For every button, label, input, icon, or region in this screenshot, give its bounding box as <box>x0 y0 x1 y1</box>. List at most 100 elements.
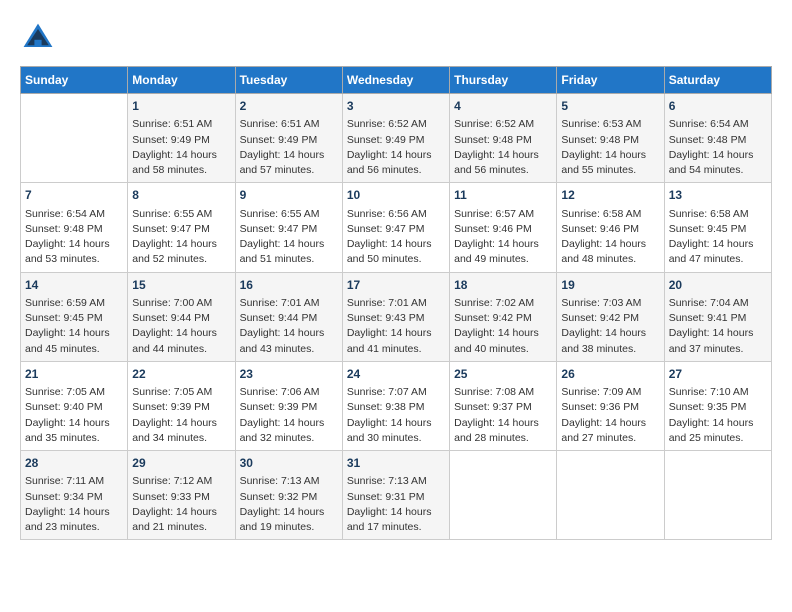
calendar-day-cell: 2 Sunrise: 6:51 AMSunset: 9:49 PMDaylight… <box>235 94 342 183</box>
calendar-day-cell: 30 Sunrise: 7:13 AMSunset: 9:32 PMDayligh… <box>235 451 342 540</box>
day-number: 25 <box>454 366 552 383</box>
day-number: 12 <box>561 187 659 204</box>
calendar-day-cell: 28Sunrise: 7:11 AMSunset: 9:34 PMDayligh… <box>21 451 128 540</box>
day-number: 13 <box>669 187 767 204</box>
day-number: 1 <box>132 98 230 115</box>
day-number: 19 <box>561 277 659 294</box>
calendar-day-cell: 13 Sunrise: 6:58 AMSunset: 9:45 PMDayligh… <box>664 183 771 272</box>
day-number: 3 <box>347 98 445 115</box>
day-info: Sunrise: 7:04 AMSunset: 9:41 PMDaylight:… <box>669 296 767 357</box>
day-info: Sunrise: 7:13 AMSunset: 9:32 PMDaylight:… <box>240 474 338 535</box>
day-info: Sunrise: 6:51 AMSunset: 9:49 PMDaylight:… <box>240 117 338 178</box>
calendar-day-cell: 5 Sunrise: 6:53 AMSunset: 9:48 PMDaylight… <box>557 94 664 183</box>
day-info: Sunrise: 6:53 AMSunset: 9:48 PMDaylight:… <box>561 117 659 178</box>
calendar-day-cell: 19 Sunrise: 7:03 AMSunset: 9:42 PMDayligh… <box>557 272 664 361</box>
day-number: 26 <box>561 366 659 383</box>
day-info: Sunrise: 6:51 AMSunset: 9:49 PMDaylight:… <box>132 117 230 178</box>
weekday-header: Friday <box>557 67 664 94</box>
day-info: Sunrise: 7:10 AMSunset: 9:35 PMDaylight:… <box>669 385 767 446</box>
day-number: 30 <box>240 455 338 472</box>
calendar-day-cell: 6 Sunrise: 6:54 AMSunset: 9:48 PMDaylight… <box>664 94 771 183</box>
day-number: 2 <box>240 98 338 115</box>
calendar-day-cell: 27 Sunrise: 7:10 AMSunset: 9:35 PMDayligh… <box>664 361 771 450</box>
weekday-header: Sunday <box>21 67 128 94</box>
logo <box>20 20 60 56</box>
calendar-day-cell: 24 Sunrise: 7:07 AMSunset: 9:38 PMDayligh… <box>342 361 449 450</box>
calendar-day-cell: 12 Sunrise: 6:58 AMSunset: 9:46 PMDayligh… <box>557 183 664 272</box>
day-info: Sunrise: 6:54 AMSunset: 9:48 PMDaylight:… <box>25 207 123 268</box>
day-info: Sunrise: 7:02 AMSunset: 9:42 PMDaylight:… <box>454 296 552 357</box>
calendar-day-cell: 18 Sunrise: 7:02 AMSunset: 9:42 PMDayligh… <box>450 272 557 361</box>
calendar-day-cell: 25 Sunrise: 7:08 AMSunset: 9:37 PMDayligh… <box>450 361 557 450</box>
calendar-day-cell: 16 Sunrise: 7:01 AMSunset: 9:44 PMDayligh… <box>235 272 342 361</box>
day-number: 20 <box>669 277 767 294</box>
day-number: 15 <box>132 277 230 294</box>
calendar-day-cell: 17 Sunrise: 7:01 AMSunset: 9:43 PMDayligh… <box>342 272 449 361</box>
calendar-day-cell <box>557 451 664 540</box>
weekday-header: Saturday <box>664 67 771 94</box>
day-number: 7 <box>25 187 123 204</box>
day-info: Sunrise: 6:54 AMSunset: 9:48 PMDaylight:… <box>669 117 767 178</box>
day-number: 23 <box>240 366 338 383</box>
day-info: Sunrise: 6:57 AMSunset: 9:46 PMDaylight:… <box>454 207 552 268</box>
day-info: Sunrise: 7:08 AMSunset: 9:37 PMDaylight:… <box>454 385 552 446</box>
calendar-day-cell <box>21 94 128 183</box>
day-number: 14 <box>25 277 123 294</box>
day-info: Sunrise: 7:07 AMSunset: 9:38 PMDaylight:… <box>347 385 445 446</box>
day-info: Sunrise: 7:01 AMSunset: 9:43 PMDaylight:… <box>347 296 445 357</box>
day-number: 21 <box>25 366 123 383</box>
weekday-header: Thursday <box>450 67 557 94</box>
calendar-header-row: SundayMondayTuesdayWednesdayThursdayFrid… <box>21 67 772 94</box>
day-info: Sunrise: 7:01 AMSunset: 9:44 PMDaylight:… <box>240 296 338 357</box>
day-number: 28 <box>25 455 123 472</box>
day-number: 18 <box>454 277 552 294</box>
day-number: 10 <box>347 187 445 204</box>
calendar-day-cell: 3 Sunrise: 6:52 AMSunset: 9:49 PMDaylight… <box>342 94 449 183</box>
calendar-day-cell: 20 Sunrise: 7:04 AMSunset: 9:41 PMDayligh… <box>664 272 771 361</box>
logo-icon <box>20 20 56 56</box>
day-info: Sunrise: 7:00 AMSunset: 9:44 PMDaylight:… <box>132 296 230 357</box>
weekday-header: Tuesday <box>235 67 342 94</box>
day-number: 8 <box>132 187 230 204</box>
day-info: Sunrise: 7:03 AMSunset: 9:42 PMDaylight:… <box>561 296 659 357</box>
day-number: 27 <box>669 366 767 383</box>
calendar-day-cell: 1 Sunrise: 6:51 AMSunset: 9:49 PMDaylight… <box>128 94 235 183</box>
day-info: Sunrise: 6:52 AMSunset: 9:49 PMDaylight:… <box>347 117 445 178</box>
day-info: Sunrise: 7:09 AMSunset: 9:36 PMDaylight:… <box>561 385 659 446</box>
calendar-week-row: 7 Sunrise: 6:54 AMSunset: 9:48 PMDaylight… <box>21 183 772 272</box>
calendar-day-cell: 4Sunrise: 6:52 AMSunset: 9:48 PMDaylight… <box>450 94 557 183</box>
calendar-week-row: 21 Sunrise: 7:05 AMSunset: 9:40 PMDayligh… <box>21 361 772 450</box>
day-number: 24 <box>347 366 445 383</box>
day-number: 5 <box>561 98 659 115</box>
calendar-day-cell: 10Sunrise: 6:56 AMSunset: 9:47 PMDayligh… <box>342 183 449 272</box>
page-header <box>20 20 772 56</box>
day-number: 29 <box>132 455 230 472</box>
day-number: 6 <box>669 98 767 115</box>
day-number: 16 <box>240 277 338 294</box>
day-info: Sunrise: 6:59 AMSunset: 9:45 PMDaylight:… <box>25 296 123 357</box>
day-number: 31 <box>347 455 445 472</box>
day-info: Sunrise: 6:58 AMSunset: 9:45 PMDaylight:… <box>669 207 767 268</box>
day-number: 17 <box>347 277 445 294</box>
weekday-header: Monday <box>128 67 235 94</box>
calendar-day-cell: 14 Sunrise: 6:59 AMSunset: 9:45 PMDayligh… <box>21 272 128 361</box>
calendar-day-cell: 7 Sunrise: 6:54 AMSunset: 9:48 PMDaylight… <box>21 183 128 272</box>
calendar-week-row: 28Sunrise: 7:11 AMSunset: 9:34 PMDayligh… <box>21 451 772 540</box>
calendar-day-cell <box>450 451 557 540</box>
calendar-day-cell: 8Sunrise: 6:55 AMSunset: 9:47 PMDaylight… <box>128 183 235 272</box>
day-info: Sunrise: 6:55 AMSunset: 9:47 PMDaylight:… <box>240 207 338 268</box>
calendar-body: 1 Sunrise: 6:51 AMSunset: 9:49 PMDaylight… <box>21 94 772 540</box>
day-number: 9 <box>240 187 338 204</box>
calendar-day-cell: 23 Sunrise: 7:06 AMSunset: 9:39 PMDayligh… <box>235 361 342 450</box>
calendar-day-cell: 9 Sunrise: 6:55 AMSunset: 9:47 PMDaylight… <box>235 183 342 272</box>
day-info: Sunrise: 6:58 AMSunset: 9:46 PMDaylight:… <box>561 207 659 268</box>
calendar-day-cell: 29Sunrise: 7:12 AMSunset: 9:33 PMDayligh… <box>128 451 235 540</box>
calendar-table: SundayMondayTuesdayWednesdayThursdayFrid… <box>20 66 772 540</box>
calendar-week-row: 1 Sunrise: 6:51 AMSunset: 9:49 PMDaylight… <box>21 94 772 183</box>
calendar-day-cell: 15 Sunrise: 7:00 AMSunset: 9:44 PMDayligh… <box>128 272 235 361</box>
calendar-day-cell: 11Sunrise: 6:57 AMSunset: 9:46 PMDayligh… <box>450 183 557 272</box>
day-info: Sunrise: 7:06 AMSunset: 9:39 PMDaylight:… <box>240 385 338 446</box>
day-info: Sunrise: 7:05 AMSunset: 9:40 PMDaylight:… <box>25 385 123 446</box>
calendar-day-cell: 22Sunrise: 7:05 AMSunset: 9:39 PMDayligh… <box>128 361 235 450</box>
day-number: 4 <box>454 98 552 115</box>
